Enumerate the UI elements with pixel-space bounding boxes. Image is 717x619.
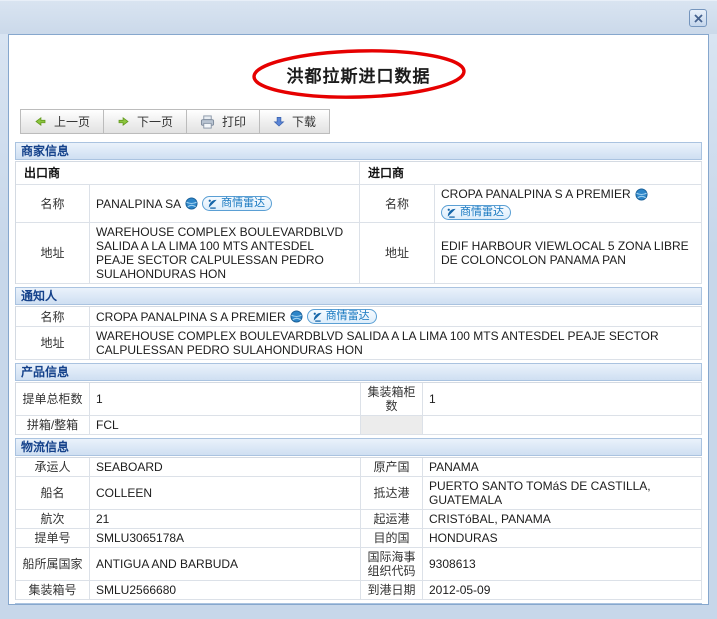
logistics-row-value: COLLEEN bbox=[90, 477, 361, 510]
page-title: 洪都拉斯进口数据 bbox=[287, 62, 431, 87]
product-row-label bbox=[361, 416, 423, 435]
logistics-row-label: 到港日期 bbox=[361, 581, 423, 600]
globe-icon[interactable] bbox=[290, 310, 303, 323]
importer-address: EDIF HARBOUR VIEWLOCAL 5 ZONA LIBRE DE C… bbox=[435, 223, 702, 284]
logistics-row-label: 国际海事组织代码 bbox=[361, 548, 423, 581]
product-row-value: 1 bbox=[90, 383, 361, 416]
importer-address-label: 地址 bbox=[360, 223, 435, 284]
exporter-name-cell: PANALPINA SA 商情雷达 bbox=[90, 185, 360, 223]
section-header-merchant: 商家信息 bbox=[15, 142, 702, 160]
radar-badge-label: 商情雷达 bbox=[221, 197, 265, 210]
logistics-row-label: 提单号 bbox=[16, 529, 90, 548]
importer-name-cell: CROPA PANALPINA S A PREMIER 商情雷达 bbox=[435, 185, 702, 223]
product-row-value bbox=[423, 416, 702, 435]
print-button[interactable]: 打印 bbox=[186, 109, 260, 134]
logistics-row-label: 起运港 bbox=[361, 510, 423, 529]
logistics-row-value: PANAMA bbox=[423, 458, 702, 477]
exporter-address: WAREHOUSE COMPLEX BOULEVARDBLVD SALIDA A… bbox=[90, 223, 360, 284]
next-page-button[interactable]: 下一页 bbox=[103, 109, 187, 134]
logistics-row-label: 目的国 bbox=[361, 529, 423, 548]
section-header-product: 产品信息 bbox=[15, 363, 702, 381]
prev-page-button[interactable]: 上一页 bbox=[20, 109, 104, 134]
toolbar: 上一页 下一页 打印 bbox=[20, 109, 330, 134]
logistics-row-value: SMLU2566680 bbox=[90, 581, 361, 600]
importer-name: CROPA PANALPINA S A PREMIER bbox=[441, 187, 631, 201]
logistics-row-value: HONDURAS bbox=[423, 529, 702, 548]
window-frame: 洪都拉斯进口数据 上一页 下一页 bbox=[0, 0, 717, 619]
sections: 商家信息 出口商 进口商 名称 PANALPINA SA 商情雷达 bbox=[15, 142, 702, 605]
section-header-notify: 通知人 bbox=[15, 287, 702, 305]
section-header-description: 描述 bbox=[15, 603, 702, 605]
radar-badge[interactable]: 商情雷达 bbox=[307, 309, 377, 324]
arrow-left-icon bbox=[34, 115, 47, 128]
logistics-row-label: 抵达港 bbox=[361, 477, 423, 510]
next-page-label: 下一页 bbox=[137, 113, 173, 130]
section-header-logistics: 物流信息 bbox=[15, 438, 702, 456]
logistics-table: 承运人 SEABOARD 原产国 PANAMA 船名 COLLEEN 抵达港 P… bbox=[15, 457, 702, 600]
radar-badge-label: 商情雷达 bbox=[326, 310, 370, 323]
download-label: 下载 bbox=[292, 113, 316, 130]
product-row-value: 1 bbox=[423, 383, 702, 416]
notify-name-cell: CROPA PANALPINA S A PREMIER 商情雷达 bbox=[90, 307, 702, 327]
notify-name: CROPA PANALPINA S A PREMIER bbox=[96, 310, 286, 324]
product-row-value: FCL bbox=[90, 416, 361, 435]
radar-badge[interactable]: 商情雷达 bbox=[441, 205, 511, 220]
prev-page-label: 上一页 bbox=[54, 113, 90, 130]
download-button[interactable]: 下载 bbox=[259, 109, 330, 134]
close-icon bbox=[694, 14, 703, 23]
logistics-row-label: 航次 bbox=[16, 510, 90, 529]
radar-badge[interactable]: 商情雷达 bbox=[202, 196, 272, 211]
arrow-right-icon bbox=[117, 115, 130, 128]
notify-table: 名称 CROPA PANALPINA S A PREMIER 商情雷达 地址 W… bbox=[15, 306, 702, 360]
logistics-row-label: 船名 bbox=[16, 477, 90, 510]
radar-icon bbox=[446, 207, 457, 218]
print-label: 打印 bbox=[222, 113, 246, 130]
exporter-address-label: 地址 bbox=[16, 223, 90, 284]
merchant-table: 出口商 进口商 名称 PANALPINA SA 商情雷达 名称 bbox=[15, 161, 702, 284]
logistics-row-value: 9308613 bbox=[423, 548, 702, 581]
importer-header: 进口商 bbox=[360, 162, 702, 185]
logistics-row-value: ANTIGUA AND BARBUDA bbox=[90, 548, 361, 581]
logistics-row-label: 集装箱号 bbox=[16, 581, 90, 600]
arrow-down-icon bbox=[273, 115, 285, 128]
logistics-row-value: 21 bbox=[90, 510, 361, 529]
logistics-row-label: 船所属国家 bbox=[16, 548, 90, 581]
radar-icon bbox=[207, 198, 218, 209]
product-row-label: 拼箱/整箱 bbox=[16, 416, 90, 435]
logistics-row-label: 原产国 bbox=[361, 458, 423, 477]
radar-badge-label: 商情雷达 bbox=[460, 206, 504, 219]
product-row-label: 集装箱柜数 bbox=[361, 383, 423, 416]
titlebar bbox=[0, 0, 717, 34]
globe-icon[interactable] bbox=[185, 197, 198, 210]
product-row-label: 提单总柜数 bbox=[16, 383, 90, 416]
logistics-row-label: 承运人 bbox=[16, 458, 90, 477]
logistics-row-value: CRISTóBAL, PANAMA bbox=[423, 510, 702, 529]
exporter-name: PANALPINA SA bbox=[96, 197, 181, 211]
logistics-row-value: SMLU3065178A bbox=[90, 529, 361, 548]
logistics-row-value: 2012-05-09 bbox=[423, 581, 702, 600]
notify-address: WAREHOUSE COMPLEX BOULEVARDBLVD SALIDA A… bbox=[90, 327, 702, 360]
radar-icon bbox=[312, 311, 323, 322]
logistics-row-value: PUERTO SANTO TOMáS DE CASTILLA, GUATEMAL… bbox=[423, 477, 702, 510]
printer-icon bbox=[200, 115, 215, 129]
close-button[interactable] bbox=[689, 9, 707, 27]
globe-icon[interactable] bbox=[635, 188, 648, 201]
notify-address-label: 地址 bbox=[16, 327, 90, 360]
content-panel: 洪都拉斯进口数据 上一页 下一页 bbox=[8, 34, 709, 605]
title-area: 洪都拉斯进口数据 bbox=[9, 47, 708, 101]
exporter-header: 出口商 bbox=[16, 162, 360, 185]
product-table: 提单总柜数 1 集装箱柜数 1 拼箱/整箱 FCL bbox=[15, 382, 702, 435]
notify-name-label: 名称 bbox=[16, 307, 90, 327]
logistics-row-value: SEABOARD bbox=[90, 458, 361, 477]
exporter-name-label: 名称 bbox=[16, 185, 90, 223]
importer-name-label: 名称 bbox=[360, 185, 435, 223]
